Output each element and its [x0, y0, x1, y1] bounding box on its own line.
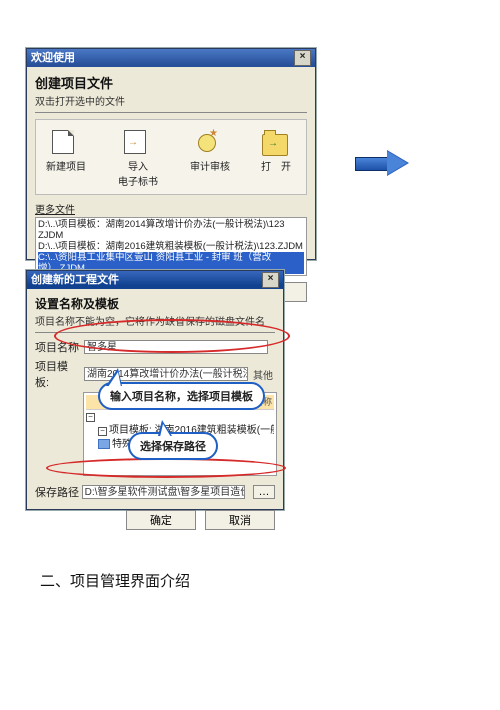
name-label: 项目名称: [35, 339, 81, 355]
tree-item[interactable]: −: [86, 410, 274, 424]
section-heading: 二、项目管理界面介绍: [40, 570, 190, 591]
save-path-label: 保存路径: [35, 484, 80, 500]
folder-open-icon: [262, 134, 288, 156]
tool-label: 打 开: [261, 162, 291, 173]
cancel-button[interactable]: 取消: [205, 510, 275, 530]
import-button[interactable]: 导入 电子标书: [108, 130, 168, 188]
dialog-subheading: 项目名称不能为空，它将作为缺省保存的磁盘文件名: [35, 313, 275, 328]
template-label: 项目模板:: [35, 358, 81, 390]
close-icon[interactable]: ×: [294, 50, 311, 66]
project-name-input[interactable]: 智多星: [84, 340, 268, 354]
audit-button[interactable]: 审计审核: [186, 130, 234, 188]
tool-label: 审计审核: [190, 162, 230, 173]
welcome-dialog: 欢迎使用 × 创建项目文件 双击打开选中的文件 新建项目 导入 电子标书 审计审…: [26, 48, 316, 260]
template-tree[interactable]: 名称 − −项目模板: 湖南2016建筑粗装模板(一般计税法) 特殊项目模板: [83, 392, 277, 476]
tool-label: 导入 电子标书: [118, 162, 158, 188]
template-select[interactable]: 湖南2014算改增计价办法(一般计税法): [84, 367, 248, 381]
action-toolbar: 新建项目 导入 电子标书 审计审核 打 开: [35, 119, 307, 195]
save-path-input[interactable]: D:\智多星软件测试盘\智多星项目造价软件\智多星项目盘: [82, 485, 245, 499]
folder-icon: [98, 439, 110, 449]
new-project-button[interactable]: 新建项目: [42, 130, 90, 188]
tree-header: 名称: [86, 395, 274, 410]
recent-files-list[interactable]: D:\..\项目模板：湖南2014算改增计价办法(一般计税法)\123 ZJDM…: [35, 217, 307, 276]
tool-label: 新建项目: [46, 162, 86, 173]
browse-button[interactable]: …: [253, 485, 275, 499]
dialog-heading: 设置名称及模板: [35, 295, 275, 312]
audit-icon: [196, 130, 218, 152]
dialog-subheading: 双击打开选中的文件: [35, 93, 307, 108]
list-item[interactable]: D:\..\项目模板：湖南2014算改增计价办法(一般计税法)\123 ZJDM: [38, 219, 304, 241]
list-item[interactable]: D:\..\项目模板：湖南2016建筑粗装模板(一般计税法)\123.ZJDM: [38, 241, 304, 252]
titlebar: 欢迎使用 ×: [27, 49, 315, 67]
close-icon[interactable]: ×: [262, 272, 279, 288]
arrow-right-icon: [355, 150, 409, 176]
dialog-heading: 创建项目文件: [35, 73, 307, 92]
open-button[interactable]: 打 开: [252, 130, 300, 188]
import-icon: [124, 130, 146, 154]
tree-item[interactable]: 特殊项目模板: [86, 438, 274, 452]
create-project-dialog: 创建新的工程文件 × 设置名称及模板 项目名称不能为空，它将作为缺省保存的磁盘文…: [26, 270, 284, 510]
more-files-label[interactable]: 更多文件: [35, 201, 307, 216]
other-label[interactable]: 其他: [253, 367, 273, 382]
page-icon: [52, 130, 74, 154]
tree-item[interactable]: −项目模板: 湖南2016建筑粗装模板(一般计税法): [86, 424, 274, 438]
divider: [35, 332, 275, 333]
ok-button[interactable]: 确定: [126, 510, 196, 530]
divider: [35, 112, 307, 113]
titlebar: 创建新的工程文件 ×: [27, 271, 283, 289]
title-text: 创建新的工程文件: [31, 271, 119, 289]
title-text: 欢迎使用: [31, 49, 75, 67]
